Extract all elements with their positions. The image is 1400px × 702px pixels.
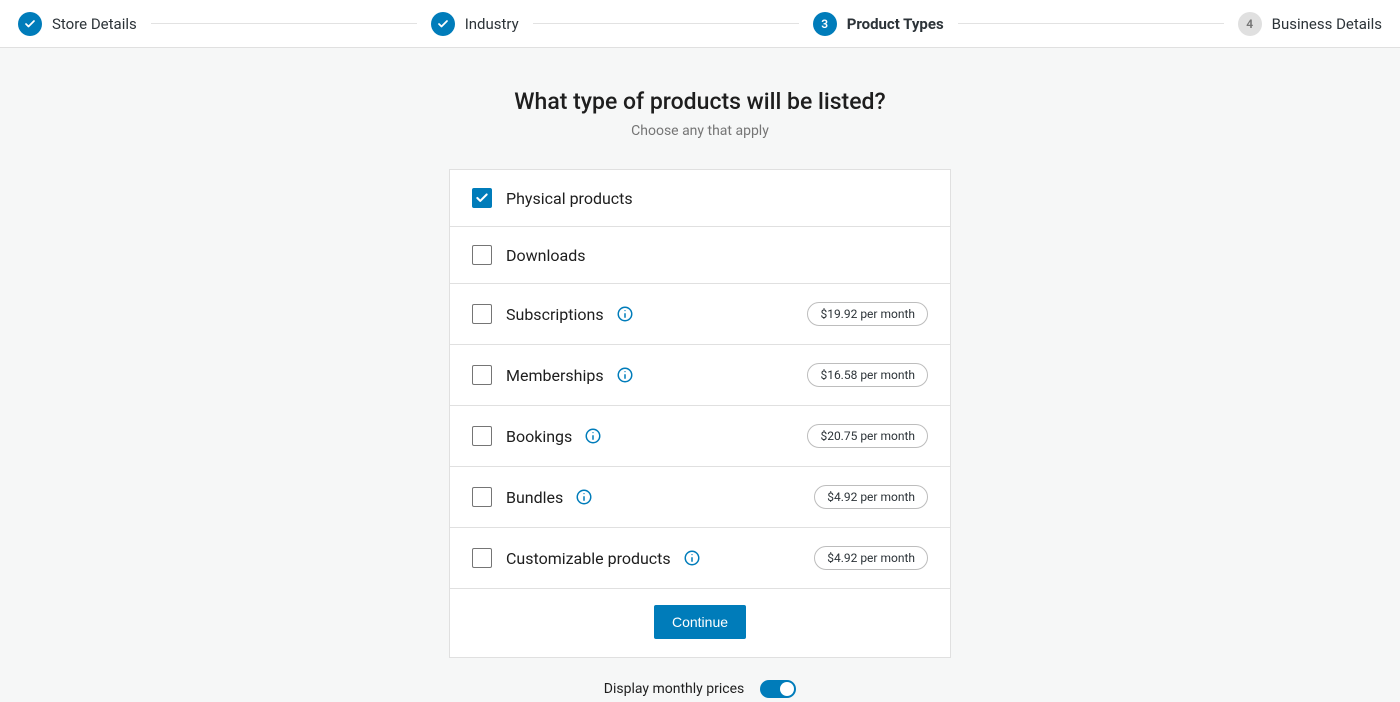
price-pill: $19.92 per month <box>807 302 928 326</box>
monthly-prices-toggle[interactable] <box>760 680 796 698</box>
checkbox[interactable] <box>472 365 492 385</box>
option-physical-products[interactable]: Physical products <box>450 170 950 227</box>
info-icon[interactable] <box>616 366 634 384</box>
main: What type of products will be listed? Ch… <box>0 48 1400 698</box>
option-label: Downloads <box>506 246 585 265</box>
checkbox[interactable] <box>472 548 492 568</box>
step-industry[interactable]: Industry <box>431 12 519 36</box>
option-label: Physical products <box>506 189 633 208</box>
info-icon[interactable] <box>616 305 634 323</box>
option-subscriptions[interactable]: Subscriptions $19.92 per month <box>450 284 950 345</box>
option-label: Bookings <box>506 427 572 446</box>
page-subtitle: Choose any that apply <box>631 123 769 139</box>
info-icon[interactable] <box>683 549 701 567</box>
step-divider <box>151 23 417 24</box>
option-label: Subscriptions <box>506 305 604 324</box>
step-number-icon: 3 <box>813 12 837 36</box>
step-store-details[interactable]: Store Details <box>18 12 137 36</box>
checkbox[interactable] <box>472 245 492 265</box>
checkbox[interactable] <box>472 426 492 446</box>
check-circle-icon <box>431 12 455 36</box>
price-pill: $4.92 per month <box>814 485 928 509</box>
step-label: Product Types <box>847 15 944 33</box>
price-pill: $16.58 per month <box>807 363 928 387</box>
options-card: Physical products Downloads Subscription… <box>449 169 951 658</box>
price-pill: $4.92 per month <box>814 546 928 570</box>
option-label: Bundles <box>506 488 563 507</box>
check-circle-icon <box>18 12 42 36</box>
checkbox[interactable] <box>472 304 492 324</box>
option-bundles[interactable]: Bundles $4.92 per month <box>450 467 950 528</box>
option-memberships[interactable]: Memberships $16.58 per month <box>450 345 950 406</box>
monthly-toggle-row: Display monthly prices <box>604 680 796 698</box>
option-label: Memberships <box>506 366 604 385</box>
continue-button[interactable]: Continue <box>654 605 746 639</box>
toggle-label: Display monthly prices <box>604 681 744 697</box>
step-label: Business Details <box>1272 15 1382 33</box>
step-label: Industry <box>465 15 519 33</box>
option-downloads[interactable]: Downloads <box>450 227 950 284</box>
step-number-icon: 4 <box>1238 12 1262 36</box>
option-bookings[interactable]: Bookings $20.75 per month <box>450 406 950 467</box>
info-icon[interactable] <box>575 488 593 506</box>
step-divider <box>533 23 799 24</box>
step-label: Store Details <box>52 15 137 33</box>
continue-wrap: Continue <box>450 589 950 657</box>
price-pill: $20.75 per month <box>807 424 928 448</box>
page-title: What type of products will be listed? <box>514 88 885 115</box>
info-icon[interactable] <box>584 427 602 445</box>
checkbox[interactable] <box>472 188 492 208</box>
step-product-types[interactable]: 3 Product Types <box>813 12 944 36</box>
step-business-details[interactable]: 4 Business Details <box>1238 12 1382 36</box>
checkbox[interactable] <box>472 487 492 507</box>
option-label: Customizable products <box>506 549 671 568</box>
step-divider <box>958 23 1224 24</box>
stepper: Store Details Industry 3 Product Types 4… <box>0 0 1400 48</box>
option-customizable-products[interactable]: Customizable products $4.92 per month <box>450 528 950 589</box>
